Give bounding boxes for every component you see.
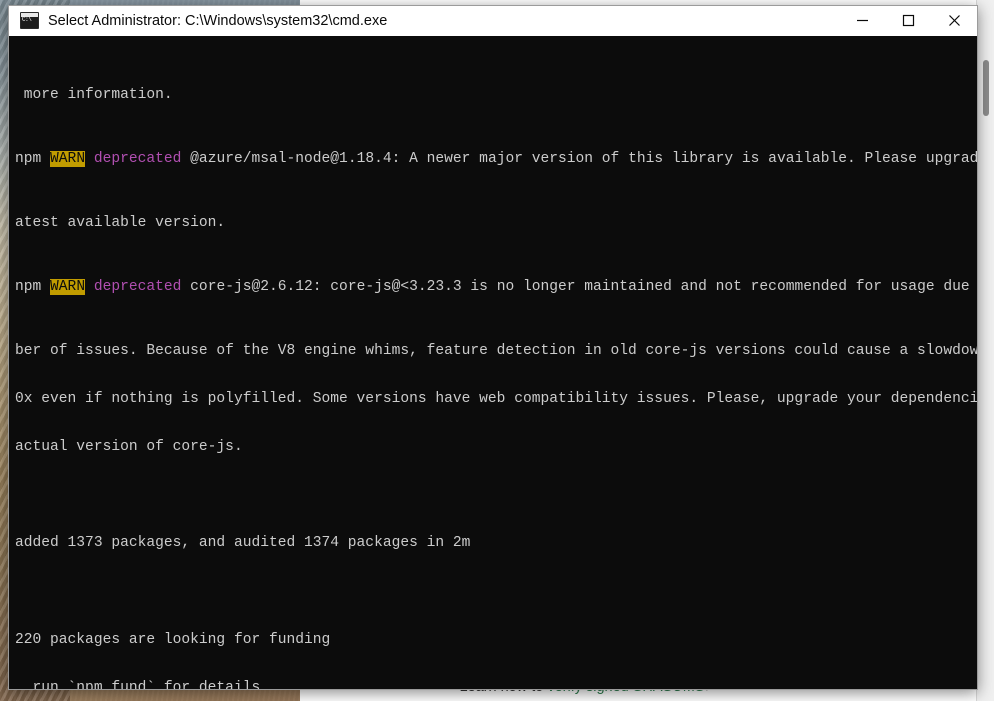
console-output-area[interactable]: more information. npm WARN deprecated @a…: [9, 36, 977, 689]
console-line: atest available version.: [15, 215, 226, 232]
deprecated-token: deprecated: [93, 151, 182, 168]
deprecated-token: deprecated: [93, 279, 182, 296]
console-line: run `npm fund` for details: [15, 679, 261, 689]
console-line: added 1373 packages, and audited 1374 pa…: [15, 535, 471, 552]
console-line: 0x even if nothing is polyfilled. Some v…: [15, 391, 977, 408]
maximize-icon: [902, 14, 914, 27]
background-page-scrollbar[interactable]: [976, 0, 994, 701]
console-line: npm WARN deprecated core-js@2.6.12: core…: [15, 279, 977, 296]
console-line: npm WARN deprecated @azure/msal-node@1.1…: [15, 151, 977, 168]
console-line-rest: core-js@2.6.12: core-js@<3.23.3 is no lo…: [190, 279, 970, 296]
console-line-rest: @azure/msal-node@1.18.4: A newer major v…: [190, 151, 977, 168]
console-line: actual version of core-js.: [15, 439, 243, 456]
console-line: more information.: [15, 87, 173, 104]
title-bar[interactable]: Select Administrator: C:\Windows\system3…: [9, 6, 977, 36]
cmd-console-window[interactable]: Select Administrator: C:\Windows\system3…: [8, 5, 978, 690]
close-button[interactable]: [931, 6, 977, 35]
minimize-icon: [856, 19, 868, 22]
console-line: ber of issues. Because of the V8 engine …: [15, 343, 977, 360]
warn-badge: WARN: [50, 279, 86, 296]
background-page-scrollbar-thumb[interactable]: [983, 60, 989, 116]
cmd-console-icon: [20, 12, 39, 29]
window-title: Select Administrator: C:\Windows\system3…: [48, 12, 388, 29]
npm-token: npm: [15, 151, 42, 168]
warn-badge: WARN: [50, 151, 86, 168]
npm-token: npm: [15, 279, 42, 296]
maximize-button[interactable]: [885, 6, 931, 35]
console-line: 220 packages are looking for funding: [15, 631, 331, 648]
minimize-button[interactable]: [839, 6, 885, 35]
close-icon: [948, 15, 960, 26]
